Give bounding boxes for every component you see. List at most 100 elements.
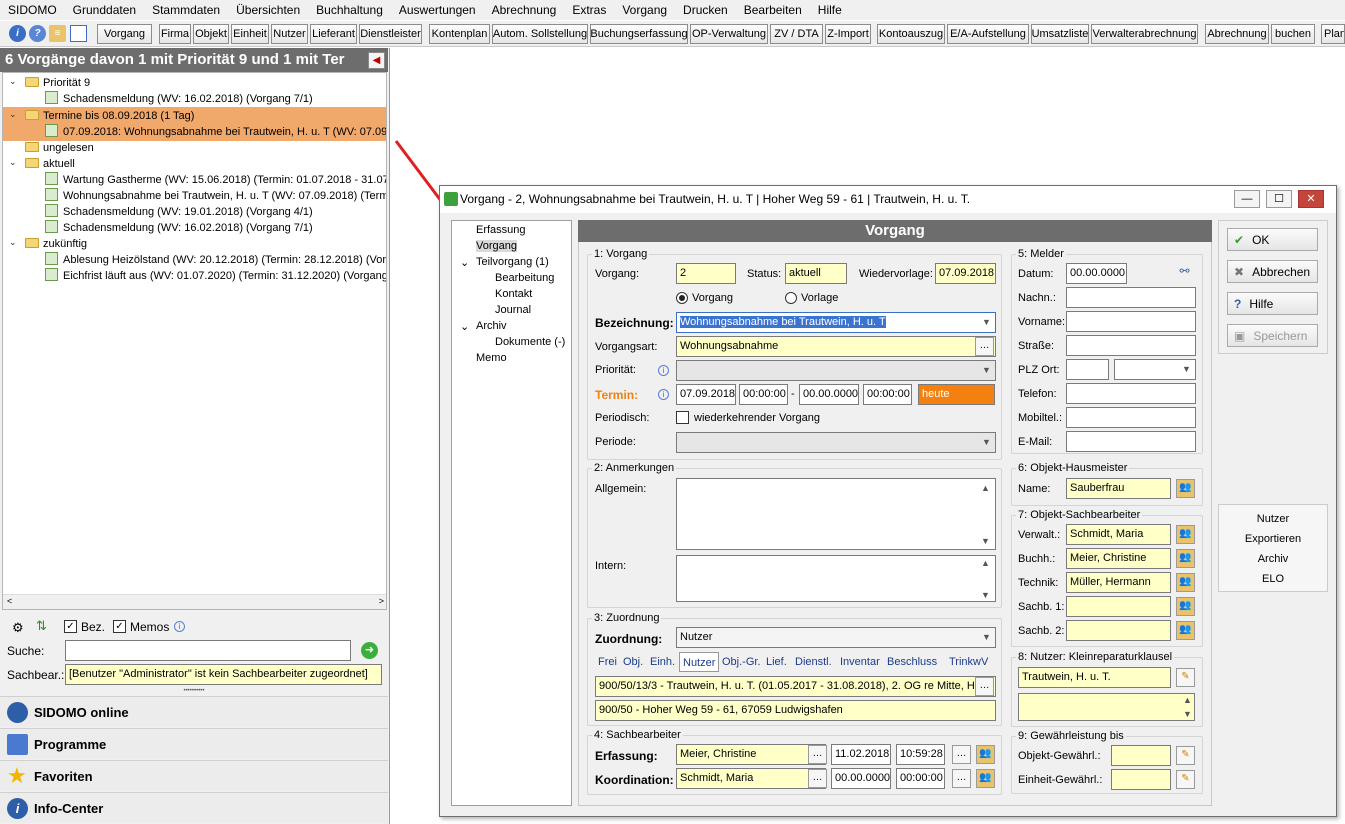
koordination-date[interactable]: 00.00.0000 <box>831 768 891 789</box>
einheit-gewaehrl-field[interactable] <box>1111 769 1171 790</box>
toolbar-plan-button[interactable]: Plan <box>1321 24 1345 44</box>
erfassung-date[interactable]: 11.02.2018 <box>831 744 891 765</box>
persons-icon[interactable]: 👥 <box>1176 573 1195 592</box>
tree-folder-prioritaet[interactable]: Priorität 9 <box>25 75 90 91</box>
termin-start-time[interactable]: 00:00:00 <box>739 384 788 405</box>
vorgangsart-browse-button[interactable]: … <box>975 337 994 356</box>
tree-folder-termine[interactable]: Termine bis 08.09.2018 (1 Tag) <box>25 108 194 124</box>
toolbar-kontoauszug-button[interactable]: Kontoauszug <box>877 24 945 44</box>
melder-datum-field[interactable]: 00.00.0000 <box>1066 263 1127 284</box>
persons-icon[interactable]: 👥 <box>1176 549 1195 568</box>
menu-bearbeiten[interactable]: Bearbeiten <box>744 3 802 17</box>
buchh-field[interactable]: Meier, Christine <box>1066 548 1171 569</box>
pencil-icon[interactable]: ✎ <box>1176 668 1195 687</box>
erfassung-time[interactable]: 10:59:28 <box>896 744 945 765</box>
close-button[interactable]: ✕ <box>1298 190 1324 208</box>
hilfe-button[interactable]: ? Hilfe <box>1227 292 1318 315</box>
splitter-grip[interactable]: •••••••••• <box>0 688 388 696</box>
toolbar-sollstellung-button[interactable]: Autom. Sollstellung <box>492 24 588 44</box>
nav-info-center[interactable]: i Info-Center <box>0 792 388 823</box>
tree-item[interactable]: Wartung Gastherme (WV: 15.06.2018) (Term… <box>45 172 386 188</box>
side-exportieren[interactable]: Exportieren <box>1219 533 1327 545</box>
dialog-tree-journal[interactable]: Journal <box>495 304 531 316</box>
toolbar-umsatzliste-button[interactable]: Umsatzliste <box>1031 24 1089 44</box>
vorgang-radio[interactable] <box>676 292 688 304</box>
help-icon[interactable]: ? <box>29 25 46 42</box>
tab-einh[interactable]: Einh. <box>650 652 675 672</box>
expand-icon[interactable]: ⌄ <box>460 256 469 269</box>
toolbar-nutzer-button[interactable]: Nutzer <box>271 24 308 44</box>
toolbar-lieferant-button[interactable]: Lieferant <box>310 24 357 44</box>
menu-extras[interactable]: Extras <box>572 3 606 17</box>
tab-nutzer[interactable]: Nutzer <box>679 652 720 672</box>
melder-telefon-field[interactable] <box>1066 383 1196 404</box>
kleinreparatur-field[interactable]: Trautwein, H. u. T. <box>1018 667 1171 688</box>
tree-item[interactable]: Schadensmeldung (WV: 16.02.2018) (Vorgan… <box>45 91 313 107</box>
wiedervorlage-field[interactable]: 07.09.2018 <box>935 263 996 284</box>
tab-obj[interactable]: Obj. <box>623 652 643 672</box>
chevron-down-icon[interactable]: ▼ <box>982 317 991 327</box>
menu-drucken[interactable]: Drucken <box>683 3 728 17</box>
dialog-tree-dokumente[interactable]: Dokumente (-) <box>495 336 565 348</box>
side-elo[interactable]: ELO <box>1219 573 1327 585</box>
scroll-up-icon[interactable]: ▲ <box>981 483 990 493</box>
scroll-down-icon[interactable]: ▼ <box>981 590 990 600</box>
erfassung-browse-button[interactable]: … <box>808 745 827 764</box>
toolbar-dienstleister-button[interactable]: Dienstleister <box>359 24 422 44</box>
tree-item-selected[interactable]: 07.09.2018: Wohnungsabnahme bei Trautwei… <box>45 124 386 140</box>
dialog-tree-memo[interactable]: Memo <box>476 352 507 364</box>
scroll-up-icon[interactable]: ▲ <box>981 558 990 568</box>
tree-folder-zukuenftig[interactable]: zukünftig <box>25 236 87 252</box>
tab-dienstl[interactable]: Dienstl. <box>795 652 832 672</box>
dialog-tree-bearbeitung[interactable]: Bearbeitung <box>495 272 554 284</box>
tab-frei[interactable]: Frei <box>598 652 617 672</box>
expand-icon[interactable]: ⌄ <box>460 320 469 333</box>
tree-item[interactable]: Schadensmeldung (WV: 19.01.2018) (Vorgan… <box>45 204 313 220</box>
toolbar-objekt-button[interactable]: Objekt <box>193 24 229 44</box>
bez-checkbox[interactable]: ✓ <box>64 620 77 633</box>
chevron-down-icon[interactable]: ▼ <box>982 365 991 375</box>
search-input[interactable] <box>65 640 351 661</box>
ok-button[interactable]: ✔ OK <box>1227 228 1318 251</box>
expand-icon[interactable]: ⌄ <box>9 157 17 168</box>
tree-item[interactable]: Eichfrist läuft aus (WV: 01.07.2020) (Te… <box>45 268 386 284</box>
verwalt-field[interactable]: Schmidt, Maria <box>1066 524 1171 545</box>
scroll-right-icon[interactable]: > <box>379 596 384 606</box>
vorgang-number-field[interactable]: 2 <box>676 263 736 284</box>
toolbar-ea-aufstellung-button[interactable]: E/A-Aufstellung <box>947 24 1029 44</box>
chevron-down-icon[interactable]: ▼ <box>1182 364 1191 374</box>
persons-icon[interactable]: 👥 <box>1176 525 1195 544</box>
hausmeister-field[interactable]: Sauberfrau <box>1066 478 1171 499</box>
binoculars-icon[interactable]: ⚯ <box>1175 264 1194 283</box>
zuordnung-nutzer-field[interactable]: 900/50/13/3 - Trautwein, H. u. T. (01.05… <box>595 676 996 697</box>
toolbar-abrechnung-button[interactable]: Abrechnung <box>1205 24 1269 44</box>
pencil-icon[interactable]: ✎ <box>1176 746 1195 765</box>
wiederkehrend-checkbox[interactable] <box>676 411 689 424</box>
dialog-tree-teilvorgang[interactable]: Teilvorgang (1) <box>476 256 549 268</box>
sachb2-field[interactable] <box>1066 620 1171 641</box>
objekt-gewaehrl-field[interactable] <box>1111 745 1171 766</box>
zuordnung-browse-button[interactable]: … <box>975 677 994 696</box>
dialog-tree-vorgang[interactable]: Vorgang <box>476 240 517 252</box>
window-icon[interactable] <box>70 25 87 42</box>
toolbar-op-verwaltung-button[interactable]: OP-Verwaltung <box>690 24 768 44</box>
koordination-browse-button[interactable]: … <box>808 769 827 788</box>
nav-programme[interactable]: Programme <box>0 728 388 759</box>
periode-combobox[interactable] <box>676 432 996 453</box>
dialog-tree-archiv[interactable]: Archiv <box>476 320 507 332</box>
nav-favoriten[interactable]: ★ Favoriten <box>0 760 388 791</box>
melder-vorname-field[interactable] <box>1066 311 1196 332</box>
scroll-left-icon[interactable]: < <box>7 596 12 606</box>
side-nutzer[interactable]: Nutzer <box>1219 513 1327 525</box>
abbrechen-button[interactable]: ✖ Abbrechen <box>1227 260 1318 283</box>
koordination-field[interactable]: Schmidt, Maria <box>676 768 826 789</box>
minimize-button[interactable]: — <box>1234 190 1260 208</box>
tree-item[interactable]: Wohnungsabnahme bei Trautwein, H. u. T (… <box>45 188 386 204</box>
persons-icon[interactable]: 👥 <box>1176 621 1195 640</box>
chevron-down-icon[interactable]: ▼ <box>982 632 991 642</box>
refresh-icon[interactable]: ⇅ <box>36 618 54 635</box>
tab-obj-gr[interactable]: Obj.-Gr. <box>722 652 761 672</box>
melder-email-field[interactable] <box>1066 431 1196 452</box>
tree-folder-ungelesen[interactable]: ungelesen <box>25 140 94 156</box>
toolbar-vorgang-button[interactable]: Vorgang <box>97 24 152 44</box>
